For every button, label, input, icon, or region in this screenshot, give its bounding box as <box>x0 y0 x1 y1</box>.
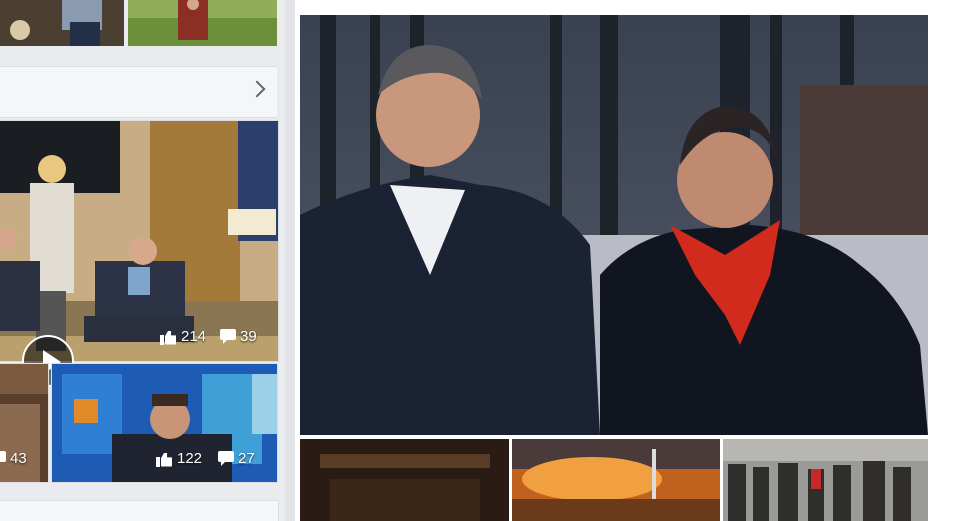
small-post-card-left[interactable]: 43 <box>0 363 49 483</box>
thumbs-up-icon <box>156 451 173 467</box>
comment-count-stat[interactable]: 27 <box>218 450 255 467</box>
comment-count: 27 <box>238 450 255 467</box>
sub-photo-3[interactable] <box>723 439 928 521</box>
sub-photo-2[interactable] <box>512 439 720 521</box>
like-count-stat[interactable]: 122 <box>156 450 202 467</box>
sub-photo-image <box>723 439 928 521</box>
comment-count-stat[interactable]: 39 <box>220 328 257 345</box>
like-count-stat[interactable]: 214 <box>160 328 206 345</box>
thumbnail-art <box>0 0 124 46</box>
small-post-card-right[interactable]: 122 27 <box>51 363 278 483</box>
comment-count: 39 <box>240 328 257 345</box>
top-thumbnail-right[interactable] <box>128 0 277 46</box>
like-count: 122 <box>177 450 203 467</box>
video-thumbnail <box>0 121 278 361</box>
left-column: 214 39 43 122 27 <box>0 0 285 521</box>
sub-photo-1[interactable] <box>300 439 509 521</box>
thumbnail-art <box>128 0 277 46</box>
top-thumbnail-left[interactable] <box>0 0 124 46</box>
main-photo[interactable] <box>300 15 928 435</box>
like-count: 214 <box>181 328 207 345</box>
chevron-right-icon[interactable] <box>248 80 266 98</box>
comment-icon <box>220 329 236 344</box>
column-divider <box>285 0 295 521</box>
like-count-stat[interactable]: 43 <box>0 450 27 467</box>
next-section-bar[interactable] <box>0 500 279 521</box>
thumbs-up-icon <box>160 329 177 345</box>
video-post-card[interactable]: 214 39 <box>0 120 279 387</box>
comment-icon <box>0 451 6 466</box>
main-photo-image <box>300 15 928 435</box>
section-header-bar[interactable] <box>0 66 277 118</box>
comment-icon <box>218 451 234 466</box>
like-count: 43 <box>10 450 27 467</box>
sub-photo-image <box>300 439 509 521</box>
sub-photo-image <box>512 439 720 521</box>
